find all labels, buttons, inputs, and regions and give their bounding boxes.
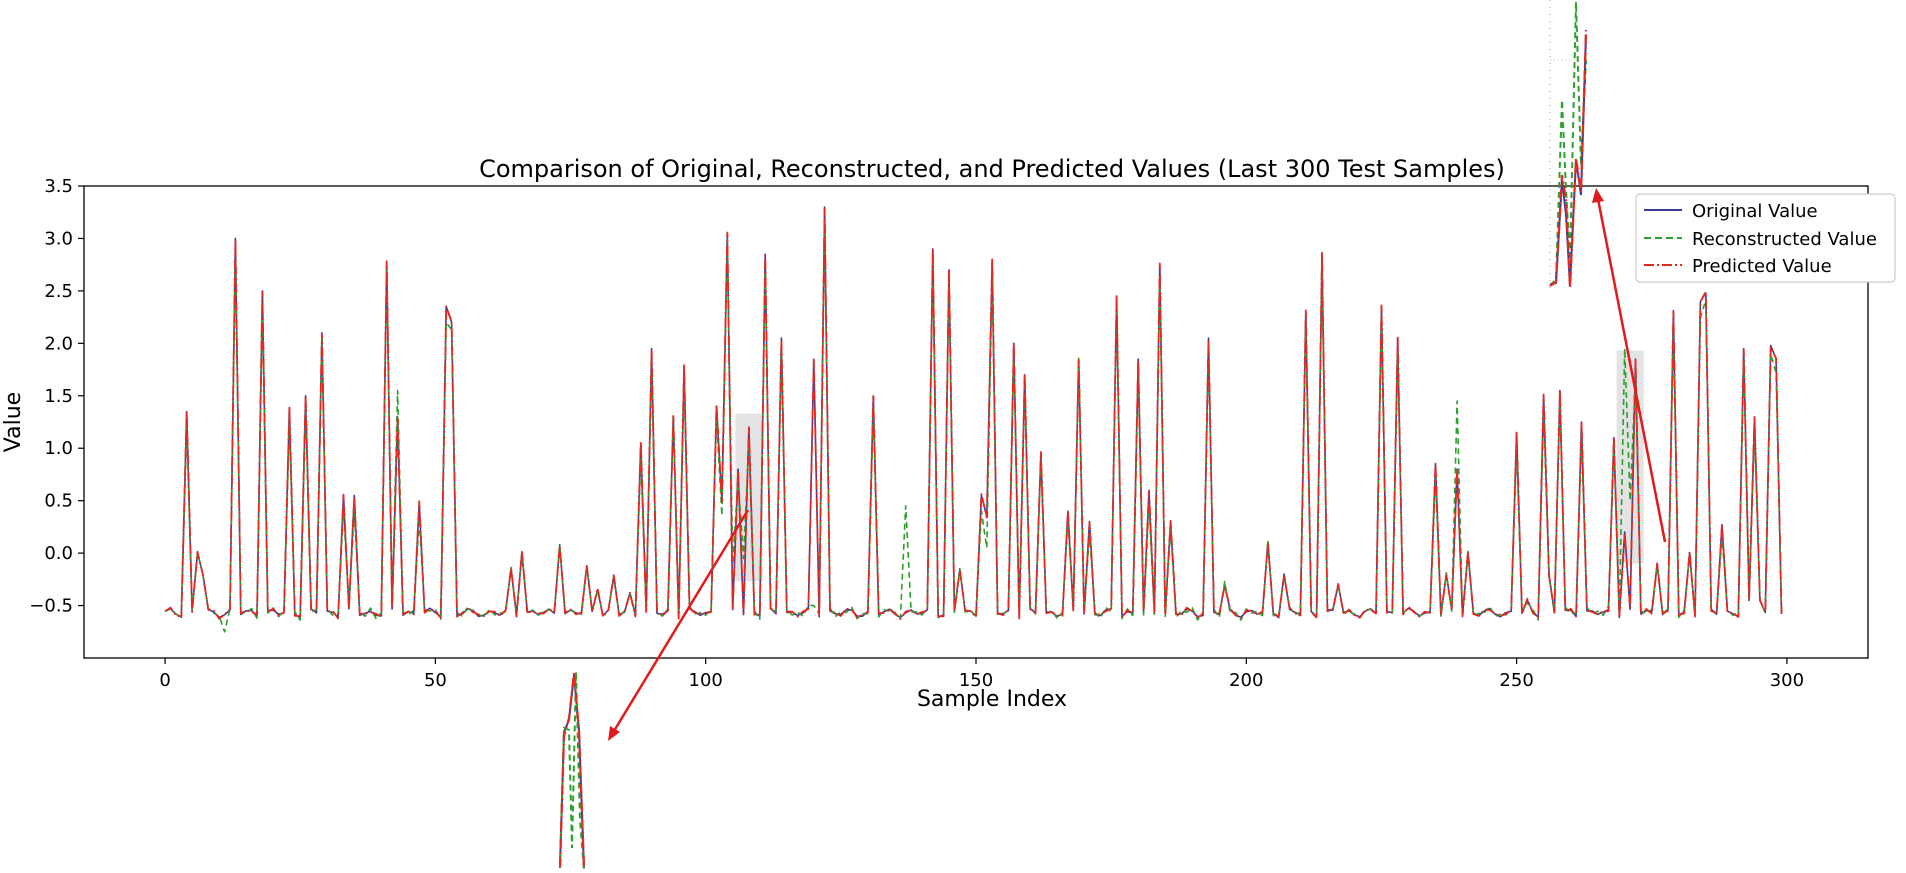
series-lines	[164, 206, 1783, 633]
zoom-inset-left	[558, 671, 586, 871]
plot-area-frame	[83, 185, 1869, 659]
zoom-inset-right	[1549, 0, 1588, 290]
x-axis-label: Sample Index	[917, 687, 1067, 712]
legend-label-predicted: Predicted Value	[1692, 256, 1832, 277]
x-tick-label: 100	[689, 670, 723, 691]
y-axis-label: Value	[1, 392, 26, 452]
x-tick-label: 300	[1770, 670, 1804, 691]
chart: 0 50 100 150 200 250 300 −0.5 0.0 0.5 1.0 1.5 2.0 2.…	[0, 0, 1906, 871]
legend-label-original: Original Value	[1692, 201, 1818, 222]
x-tick-label: 250	[1499, 670, 1533, 691]
y-tick-label: 0.5	[44, 491, 73, 512]
y-tick-label: 3.5	[44, 176, 73, 197]
annotation-arrow-left	[608, 509, 750, 741]
series-line-predicted	[164, 207, 1783, 620]
y-tick-label: 1.0	[44, 438, 73, 459]
y-tick-label: 3.0	[44, 228, 73, 249]
y-tick-label: 0.0	[44, 543, 73, 564]
legend: Original Value Reconstructed Value Predi…	[1635, 193, 1896, 283]
chart-svg: 0 50 100 150 200 250 300 −0.50.00.51.01.52.02.…	[1, 0, 1896, 871]
legend-label-reconstructed: Reconstructed Value	[1692, 229, 1877, 250]
y-tick-label: 1.5	[44, 386, 73, 407]
y-tick-label: 2.5	[44, 281, 73, 302]
x-tick-label: 50	[424, 670, 447, 691]
y-tick-label: −0.5	[29, 596, 73, 617]
chart-title: Comparison of Original, Reconstructed, a…	[479, 155, 1505, 183]
x-tick-label: 0	[159, 670, 170, 691]
y-axis-ticks: −0.5 0.0 0.5 1.0 1.5 2.0 2.5 3.0 3.5	[29, 176, 84, 617]
x-tick-label: 200	[1229, 670, 1263, 691]
y-tick-label: 2.0	[44, 333, 73, 354]
